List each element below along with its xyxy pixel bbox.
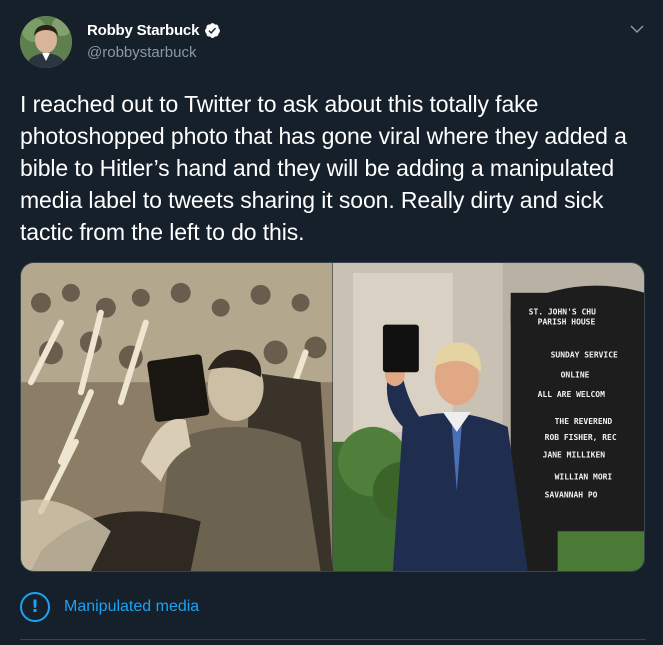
- crowd-photo: [21, 263, 333, 571]
- media-image-right[interactable]: ST. JOHN'S CHU PARISH HOUSE SUNDAY SERVI…: [332, 263, 644, 571]
- avatar-image: [20, 16, 72, 68]
- church-photo: ST. JOHN'S CHU PARISH HOUSE SUNDAY SERVI…: [332, 263, 644, 571]
- sign-line-10: SAVANNAH PO: [544, 490, 597, 499]
- sign-line-6: THE REVEREND: [554, 417, 612, 426]
- author-handle[interactable]: @robbystarbuck: [87, 44, 196, 61]
- tweet-header: Robby Starbuck @robbystarbuck: [20, 14, 650, 70]
- divider: [20, 639, 646, 640]
- verified-badge-icon: [205, 23, 221, 38]
- tweet-text: I reached out to Twitter to ask about th…: [20, 91, 627, 245]
- chevron-down-icon[interactable]: [628, 20, 646, 38]
- sign-line-3: SUNDAY SERVICE: [550, 350, 617, 359]
- avatar[interactable]: [20, 16, 72, 68]
- media-image-left[interactable]: [21, 263, 333, 571]
- author-name-row[interactable]: Robby Starbuck: [87, 22, 221, 39]
- manipulated-media-label[interactable]: ! Manipulated media: [20, 592, 199, 622]
- sign-line-7: ROB FISHER, REC: [544, 433, 616, 442]
- sign-line-4: ONLINE: [560, 370, 589, 379]
- tweet-media[interactable]: ST. JOHN'S CHU PARISH HOUSE SUNDAY SERVI…: [20, 262, 645, 572]
- manipulated-media-text[interactable]: Manipulated media: [64, 598, 199, 616]
- exclamation-circle-icon: !: [20, 592, 50, 622]
- sign-line-5: ALL ARE WELCOM: [537, 390, 604, 399]
- author-name[interactable]: Robby Starbuck: [87, 22, 199, 39]
- sign-line-2: PARISH HOUSE: [537, 318, 595, 327]
- sign-line-1: ST. JOHN'S CHU: [528, 308, 595, 317]
- sign-line-8: JANE MILLIKEN: [542, 451, 605, 460]
- sign-line-9: WILLIAN MORI: [554, 473, 612, 482]
